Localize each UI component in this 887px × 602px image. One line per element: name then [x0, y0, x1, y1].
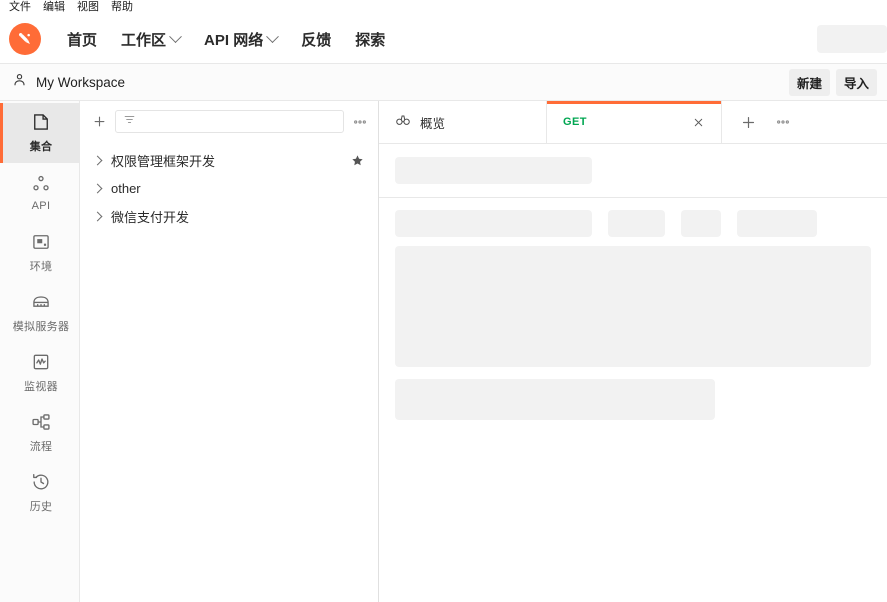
skeleton-param-a: [395, 210, 592, 237]
tab-overview[interactable]: 概览: [379, 101, 547, 143]
star-icon[interactable]: [351, 154, 364, 167]
collections-more-button[interactable]: [352, 114, 368, 130]
skeleton-topnav-right: [817, 25, 887, 53]
sidebar-item-flows[interactable]: 流程: [0, 403, 79, 463]
sidebar-item-history[interactable]: 历史: [0, 463, 79, 523]
sidebar-item-monitors[interactable]: 监视器: [0, 343, 79, 403]
sidebar-item-environments[interactable]: 环境: [0, 223, 79, 283]
request-loading-content: [379, 144, 887, 602]
collection-name: other: [111, 181, 141, 196]
sidebar-item-mock-servers[interactable]: 模拟服务器: [0, 283, 79, 343]
tab-more-button[interactable]: [775, 114, 791, 130]
collection-row-2[interactable]: 微信支付开发: [80, 202, 378, 230]
new-tab-button[interactable]: [740, 114, 757, 131]
sidebar-item-history-label: 历史: [30, 498, 53, 514]
history-icon: [31, 472, 51, 492]
binoculars-icon: [395, 112, 411, 133]
skeleton-url-bar: [395, 157, 592, 184]
tab-bar-actions: [722, 101, 887, 143]
chevron-down-icon: [169, 30, 182, 43]
os-menu-file[interactable]: 文件: [3, 0, 37, 15]
api-icon: [31, 174, 51, 194]
nav-item-workspaces[interactable]: 工作区: [109, 24, 192, 54]
tab-method-badge: GET: [563, 116, 587, 128]
collection-name: 微信支付开发: [111, 207, 189, 226]
sidebar-item-api-label: API: [32, 200, 51, 212]
os-menu-bar: 文件 编辑 视图 帮助: [0, 0, 887, 15]
sidebar-item-api[interactable]: API: [0, 163, 79, 223]
nav-item-home[interactable]: 首页: [55, 24, 109, 54]
workspace-title: My Workspace: [36, 75, 125, 90]
chevron-right-icon[interactable]: [93, 183, 103, 193]
skeleton-param-d: [737, 210, 817, 237]
tab-overview-label: 概览: [420, 113, 445, 132]
nav-item-explore[interactable]: 探索: [343, 24, 397, 54]
nav-item-home-label: 首页: [67, 29, 97, 50]
mock-server-icon: [31, 292, 51, 312]
chevron-down-icon: [266, 30, 279, 43]
sidebar-item-mock-servers-label: 模拟服务器: [13, 318, 70, 334]
os-menu-help[interactable]: 帮助: [105, 0, 139, 15]
skeleton-param-b: [608, 210, 665, 237]
nav-item-api-network[interactable]: API 网络: [192, 24, 289, 54]
app-body: 集合 API 环境: [0, 101, 887, 602]
collections-toolbar: [80, 101, 378, 141]
skeleton-url-row: [379, 157, 887, 184]
collection-row-0[interactable]: 权限管理框架开发: [80, 146, 378, 174]
sidebar-rail: 集合 API 环境: [0, 101, 80, 602]
skeleton-footer-block: [395, 379, 715, 420]
workspace-header: My Workspace 新建 导入: [0, 64, 887, 101]
collection-row-1[interactable]: other: [80, 174, 378, 202]
new-button[interactable]: 新建: [789, 69, 830, 96]
flow-icon: [31, 412, 51, 432]
chevron-right-icon[interactable]: [93, 211, 103, 221]
top-navigation-right: [817, 25, 887, 53]
postman-logo-icon[interactable]: [9, 23, 41, 55]
nav-item-api-network-label: API 网络: [204, 29, 263, 50]
collections-list: 权限管理框架开发 other 微信支付开发: [80, 141, 378, 230]
collection-name: 权限管理框架开发: [111, 151, 215, 170]
sidebar-item-collections[interactable]: 集合: [0, 103, 79, 163]
environment-icon: [31, 232, 51, 252]
user-icon: [12, 72, 27, 92]
nav-item-explore-label: 探索: [355, 29, 385, 50]
nav-item-workspaces-label: 工作区: [121, 29, 166, 50]
skeleton-params-row: [379, 210, 887, 237]
skeleton-param-c: [681, 210, 721, 237]
collections-filter-input[interactable]: [142, 115, 336, 129]
chevron-right-icon[interactable]: [93, 155, 103, 165]
top-navigation-bar: 首页 工作区 API 网络 反馈 探索: [0, 15, 887, 64]
nav-item-feedback[interactable]: 反馈: [289, 24, 343, 54]
os-menu-edit[interactable]: 编辑: [37, 0, 71, 15]
collections-sidebar: 权限管理框架开发 other 微信支付开发: [80, 101, 379, 602]
tab-close-icon[interactable]: [692, 116, 705, 129]
main-pane: 概览 GET: [379, 101, 887, 602]
import-button[interactable]: 导入: [836, 69, 877, 96]
sidebar-item-flows-label: 流程: [30, 438, 53, 454]
skeleton-body-block: [395, 246, 871, 367]
monitor-icon: [31, 352, 51, 372]
filter-icon: [123, 113, 136, 131]
nav-item-feedback-label: 反馈: [301, 29, 331, 50]
collections-filter-box[interactable]: [115, 110, 344, 133]
workspace-actions: 新建 导入: [789, 69, 877, 96]
tab-request-get[interactable]: GET: [547, 101, 722, 143]
add-collection-button[interactable]: [92, 114, 107, 129]
os-menu-view[interactable]: 视图: [71, 0, 105, 15]
nav-items: 首页 工作区 API 网络 反馈 探索: [55, 24, 397, 54]
content-divider: [379, 197, 887, 198]
sidebar-item-monitors-label: 监视器: [24, 378, 58, 394]
collection-icon: [31, 112, 51, 132]
sidebar-item-collections-label: 集合: [30, 138, 53, 154]
tab-bar: 概览 GET: [379, 101, 887, 144]
sidebar-item-environments-label: 环境: [30, 258, 53, 274]
